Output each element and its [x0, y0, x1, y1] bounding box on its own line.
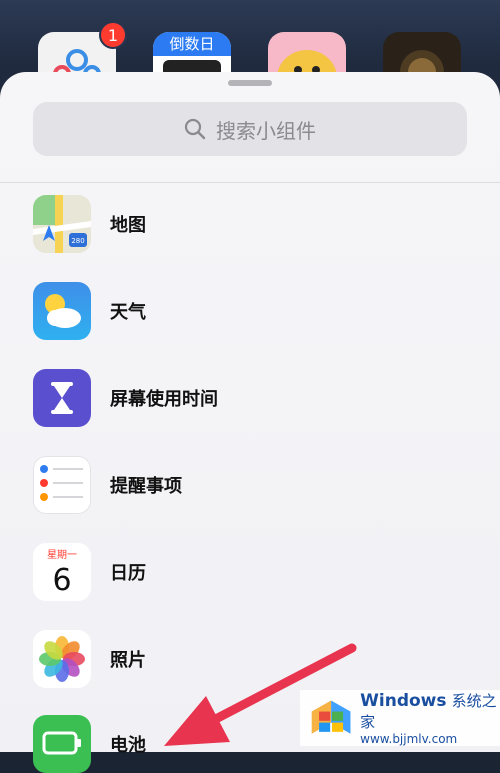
widget-label: 天气: [110, 302, 146, 323]
sheet-grabber[interactable]: [228, 80, 272, 86]
widget-item-screen-time[interactable]: 屏幕使用时间: [33, 369, 473, 427]
watermark-brand: Windows: [360, 691, 447, 711]
countdown-app-title: 倒数日: [153, 32, 231, 56]
widget-item-reminders[interactable]: 提醒事项: [33, 456, 473, 514]
calendar-weekday: 星期一: [47, 549, 77, 561]
windows-logo-icon: [311, 700, 351, 734]
watermark: Windows 系统之家 www.bjjmlv.com: [300, 690, 500, 746]
notification-badge: 1: [99, 21, 127, 49]
widget-label: 屏幕使用时间: [110, 389, 218, 410]
widget-label: 照片: [110, 650, 146, 671]
widget-label: 地图: [110, 215, 146, 236]
search-placeholder: 搜索小组件: [216, 118, 316, 143]
battery-icon: [33, 715, 91, 773]
widget-label: 电池: [110, 735, 146, 756]
widget-search-field[interactable]: 搜索小组件: [33, 102, 467, 156]
calendar-icon: 星期一 6: [33, 543, 91, 601]
calendar-day: 6: [52, 563, 71, 598]
widget-item-calendar[interactable]: 星期一 6 日历: [33, 543, 473, 601]
widget-item-weather[interactable]: 天气: [33, 282, 473, 340]
widget-item-maps[interactable]: 280 地图: [33, 195, 473, 253]
hourglass-icon: [33, 369, 91, 427]
divider: [0, 182, 500, 183]
magnifier-icon: [184, 118, 206, 140]
maps-icon: 280: [33, 195, 91, 253]
photos-icon: [33, 630, 91, 688]
widget-item-photos[interactable]: 照片: [33, 630, 473, 688]
widget-picker-sheet: 搜索小组件 280 地图 天气 屏幕使用时间 提醒事项 星期一 6 日历 照片 …: [0, 72, 500, 773]
weather-icon: [33, 282, 91, 340]
watermark-url: www.bjjmlv.com: [360, 732, 458, 746]
reminders-icon: [33, 456, 91, 514]
widget-label: 日历: [110, 563, 146, 584]
highway-sign-label: 280: [71, 237, 84, 245]
widget-label: 提醒事项: [110, 476, 182, 497]
